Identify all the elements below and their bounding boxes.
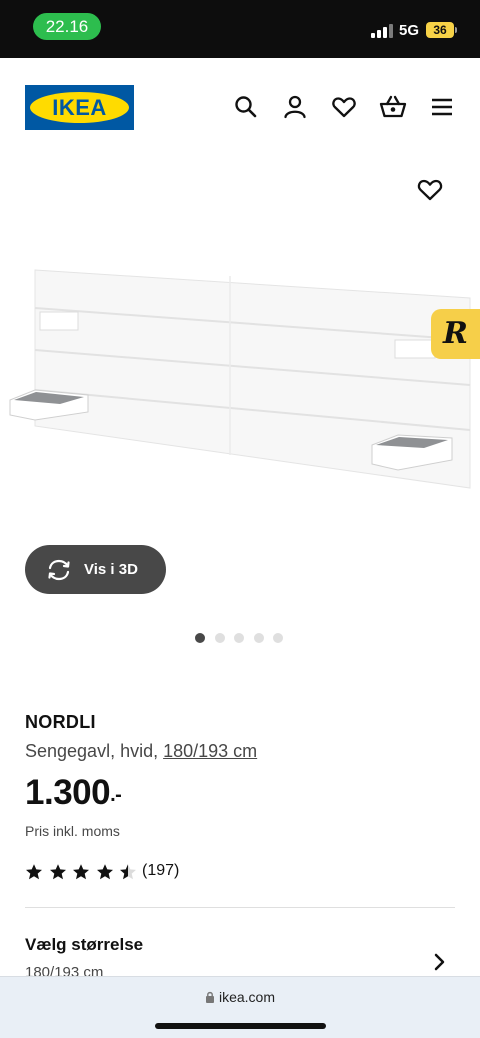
star-icon [49, 863, 67, 881]
chevron-right-icon[interactable] [430, 951, 450, 973]
url-text: ikea.com [218, 989, 276, 1005]
view-in-3d-button[interactable]: Vis i 3D [25, 545, 166, 594]
section-divider [25, 907, 455, 908]
star-icon [25, 863, 43, 881]
pagination-dot[interactable] [253, 633, 264, 643]
product-image[interactable] [0, 240, 480, 510]
pagination-dot[interactable] [214, 633, 225, 643]
status-time: 22.16 [33, 13, 101, 40]
pagination-dot[interactable] [273, 633, 283, 643]
user-icon[interactable] [280, 92, 310, 122]
product-description: Sengegavl, hvid, 180/193 cm [25, 741, 257, 762]
lock-icon [205, 990, 215, 1003]
battery-tip [455, 27, 457, 33]
add-to-wishlist-heart-icon[interactable] [414, 174, 446, 206]
product-price: 1.300.- [25, 773, 122, 813]
search-icon[interactable] [231, 92, 261, 122]
price-note: Pris inkl. moms [25, 823, 120, 839]
battery-icon: 36 [426, 22, 454, 38]
site-header: IKEA [0, 58, 480, 158]
product-name: NORDLI [25, 712, 96, 732]
r-badge[interactable]: R [431, 309, 480, 359]
review-count[interactable]: (197) [142, 862, 179, 880]
browser-address-bar[interactable]: ikea.com [0, 976, 480, 1038]
url-display[interactable]: ikea.com [0, 989, 480, 1005]
product-description-text: Sengegavl, hvid, [25, 741, 164, 761]
pagination-dot[interactable] [234, 633, 244, 643]
home-indicator [155, 1023, 326, 1029]
star-icon [96, 863, 114, 881]
logo-text: IKEA [52, 95, 107, 120]
star-icon [119, 863, 137, 881]
network-type: 5G [399, 22, 420, 39]
price-amount: 1.300 [25, 773, 111, 812]
ikea-logo[interactable]: IKEA [25, 85, 134, 130]
logo-ellipse: IKEA [30, 92, 129, 123]
view-in-3d-label: Vis i 3D [84, 561, 138, 578]
product-size-link[interactable]: 180/193 cm [163, 741, 257, 761]
menu-icon[interactable] [427, 92, 457, 122]
current-size-value: 180/193 cm [25, 964, 104, 976]
status-bar: 22.16 5G 36 [0, 0, 480, 58]
price-suffix: .- [110, 784, 122, 806]
choose-size-title[interactable]: Vælg størrelse [25, 935, 143, 955]
pagination-dot[interactable] [195, 633, 205, 643]
heart-icon[interactable] [329, 92, 359, 122]
rotate-3d-icon [46, 557, 72, 583]
signal-icon [371, 24, 393, 38]
star-icon [72, 863, 90, 881]
basket-icon[interactable] [378, 92, 408, 122]
